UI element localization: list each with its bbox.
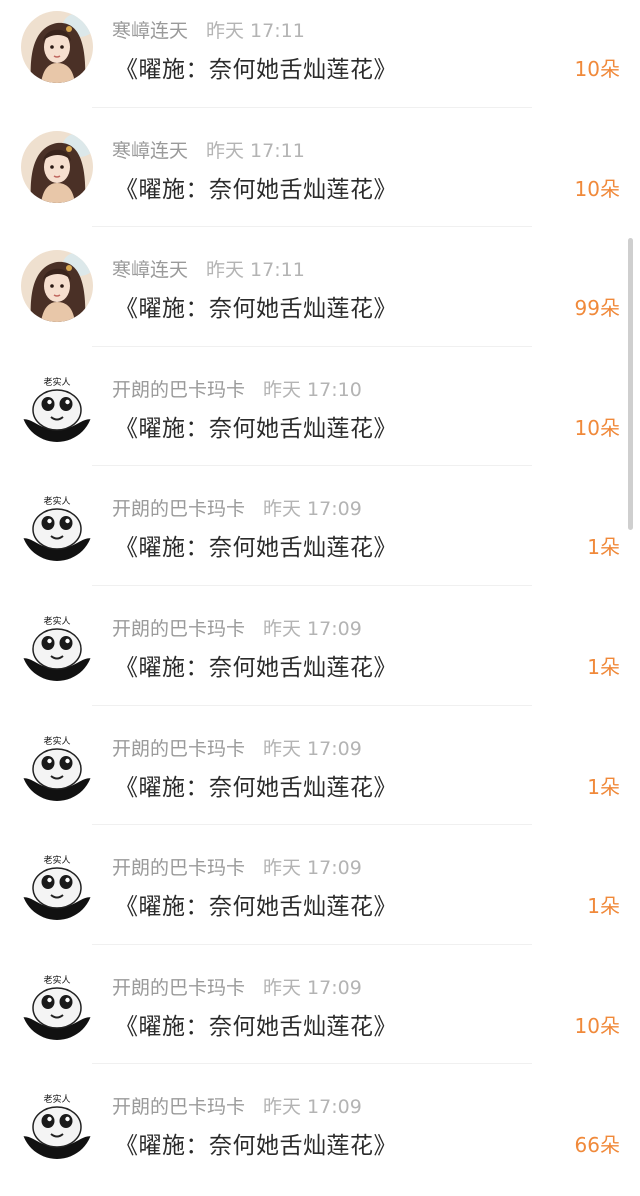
timestamp: 昨天 17:09	[263, 976, 362, 999]
girl-avatar-icon	[21, 250, 93, 323]
list-item[interactable]: 老实人 开朗的巴卡玛卡 昨天 17:09 《曜施：奈何她舌灿莲花》 1朵	[0, 718, 640, 838]
divider	[92, 943, 532, 945]
timestamp: 昨天 17:09	[263, 618, 362, 640]
list-item[interactable]: 寒嶂连天 昨天 17:11 《曜施：奈何她舌灿莲花》 10朵	[0, 0, 640, 120]
avatar[interactable]: 老实人	[21, 728, 93, 801]
divider	[92, 704, 532, 706]
flower-count: 99朵	[574, 296, 620, 321]
username[interactable]: 寒嶂连天	[112, 259, 188, 281]
flower-count: 1朵	[587, 774, 620, 799]
message-text: 《曜施：奈何她舌灿莲花》	[115, 774, 397, 801]
list-item[interactable]: 寒嶂连天 昨天 17:11 《曜施：奈何她舌灿莲花》 99朵	[0, 239, 640, 359]
username[interactable]: 寒嶂连天	[112, 140, 188, 162]
gift-record-list: 寒嶂连天 昨天 17:11 《曜施：奈何她舌灿莲花》 10朵 寒嶂连天 昨天 17:…	[0, 0, 640, 1172]
message-text: 《曜施：奈何她舌灿莲花》	[115, 57, 397, 83]
username[interactable]: 寒嶂连天	[112, 20, 188, 42]
divider	[92, 465, 532, 467]
avatar[interactable]: 老实人	[21, 848, 93, 921]
panda-avatar-icon: 老实人	[21, 848, 93, 921]
flower-count: 1朵	[587, 894, 620, 919]
flower-count: 10朵	[574, 415, 620, 440]
avatar[interactable]: 老实人	[21, 489, 93, 562]
flower-count: 1朵	[587, 535, 620, 560]
username[interactable]: 开朗的巴卡玛卡	[112, 857, 245, 879]
panda-avatar-icon: 老实人	[21, 728, 93, 801]
girl-avatar-icon	[21, 11, 93, 83]
list-item[interactable]: 老实人 开朗的巴卡玛卡 昨天 17:09 《曜施：奈何她舌灿莲花》 66朵	[0, 1076, 640, 1196]
avatar-caption: 老实人	[43, 854, 70, 866]
avatar[interactable]	[21, 250, 93, 323]
flower-count: 10朵	[574, 1013, 620, 1038]
divider	[92, 226, 532, 228]
avatar-caption: 老实人	[43, 495, 70, 507]
message-text: 《曜施：奈何她舌灿莲花》	[115, 296, 397, 323]
username[interactable]: 开朗的巴卡玛卡	[112, 379, 245, 401]
avatar[interactable]: 老实人	[21, 967, 93, 1040]
avatar[interactable]: 老实人	[21, 609, 93, 681]
avatar-caption: 老实人	[43, 735, 70, 747]
message-text: 《曜施：奈何她舌灿莲花》	[115, 535, 397, 562]
message-text: 《曜施：奈何她舌灿莲花》	[115, 1133, 397, 1160]
flower-count: 1朵	[587, 655, 620, 679]
panda-avatar-icon: 老实人	[21, 369, 93, 442]
divider	[92, 824, 532, 826]
panda-avatar-icon: 老实人	[21, 609, 93, 681]
username[interactable]: 开朗的巴卡玛卡	[112, 738, 245, 760]
list-item[interactable]: 老实人 开朗的巴卡玛卡 昨天 17:09 《曜施：奈何她舌灿莲花》 10朵	[0, 957, 640, 1077]
panda-avatar-icon: 老实人	[21, 967, 93, 1040]
flower-count: 66朵	[574, 1133, 620, 1158]
username[interactable]: 开朗的巴卡玛卡	[112, 977, 245, 999]
list-item[interactable]: 老实人 开朗的巴卡玛卡 昨天 17:09 《曜施：奈何她舌灿莲花》 1朵	[0, 837, 640, 957]
avatar[interactable]: 老实人	[21, 369, 93, 442]
timestamp: 昨天 17:11	[206, 259, 305, 282]
timestamp: 昨天 17:09	[263, 737, 362, 760]
flower-count: 10朵	[574, 57, 620, 81]
message-text: 《曜施：奈何她舌灿莲花》	[115, 415, 397, 442]
divider	[92, 1063, 532, 1065]
list-item[interactable]: 老实人 开朗的巴卡玛卡 昨天 17:09 《曜施：奈何她舌灿莲花》 1朵	[0, 478, 640, 598]
avatar-caption: 老实人	[43, 376, 70, 388]
avatar[interactable]: 老实人	[21, 1087, 93, 1160]
username[interactable]: 开朗的巴卡玛卡	[112, 618, 245, 640]
avatar[interactable]	[21, 11, 93, 83]
list-item[interactable]: 老实人 开朗的巴卡玛卡 昨天 17:09 《曜施：奈何她舌灿莲花》 1朵	[0, 598, 640, 718]
username[interactable]: 开朗的巴卡玛卡	[112, 498, 245, 520]
timestamp: 昨天 17:09	[263, 857, 362, 880]
divider	[92, 106, 532, 108]
timestamp: 昨天 17:09	[263, 498, 362, 521]
message-text: 《曜施：奈何她舌灿莲花》	[115, 1013, 397, 1040]
timestamp: 昨天 17:09	[263, 1096, 362, 1119]
username[interactable]: 开朗的巴卡玛卡	[112, 1096, 245, 1118]
panda-avatar-icon: 老实人	[21, 1087, 93, 1160]
message-text: 《曜施：奈何她舌灿莲花》	[115, 655, 397, 681]
avatar-caption: 老实人	[43, 615, 70, 627]
divider	[92, 584, 532, 586]
timestamp: 昨天 17:11	[206, 139, 305, 162]
avatar[interactable]	[21, 130, 93, 203]
list-item[interactable]: 老实人 开朗的巴卡玛卡 昨天 17:10 《曜施：奈何她舌灿莲花》 10朵	[0, 359, 640, 479]
list-item[interactable]: 寒嶂连天 昨天 17:11 《曜施：奈何她舌灿莲花》 10朵	[0, 120, 640, 240]
divider	[92, 345, 532, 347]
message-text: 《曜施：奈何她舌灿莲花》	[115, 176, 397, 203]
message-text: 《曜施：奈何她舌灿莲花》	[115, 894, 397, 921]
scrollbar[interactable]	[628, 238, 633, 530]
flower-count: 10朵	[574, 176, 620, 201]
panda-avatar-icon: 老实人	[21, 489, 93, 562]
timestamp: 昨天 17:11	[206, 20, 305, 42]
girl-avatar-icon	[21, 130, 93, 203]
timestamp: 昨天 17:10	[263, 378, 362, 401]
avatar-caption: 老实人	[43, 974, 70, 986]
avatar-caption: 老实人	[43, 1093, 70, 1105]
